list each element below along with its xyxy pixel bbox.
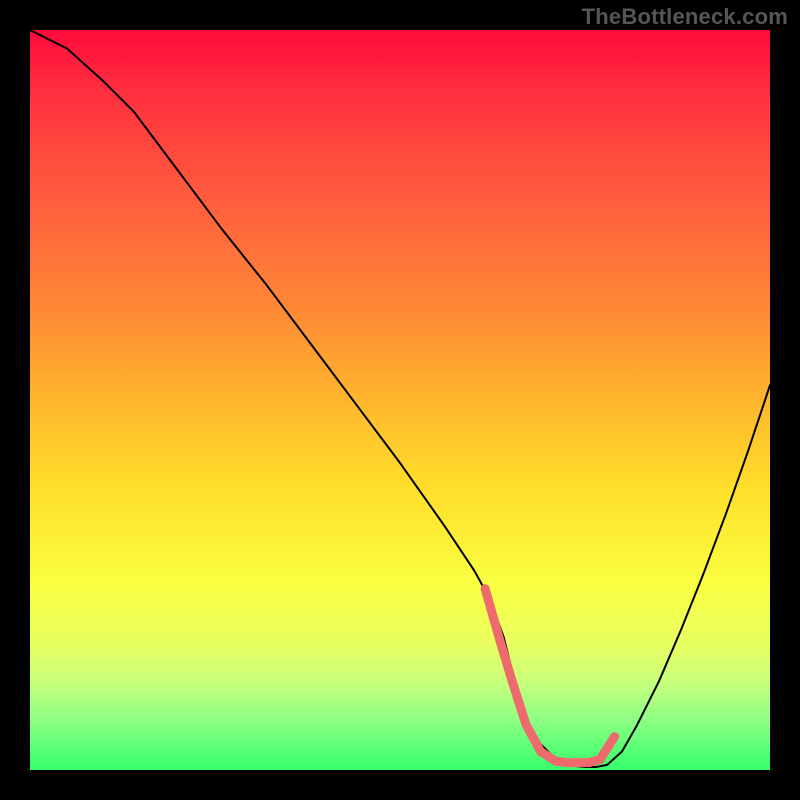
chart-container: TheBottleneck.com [0, 0, 800, 800]
chart-svg [30, 30, 770, 770]
curve-path [30, 30, 770, 767]
watermark-text: TheBottleneck.com [582, 4, 788, 30]
plot-area [30, 30, 770, 770]
highlight-path [485, 589, 614, 763]
